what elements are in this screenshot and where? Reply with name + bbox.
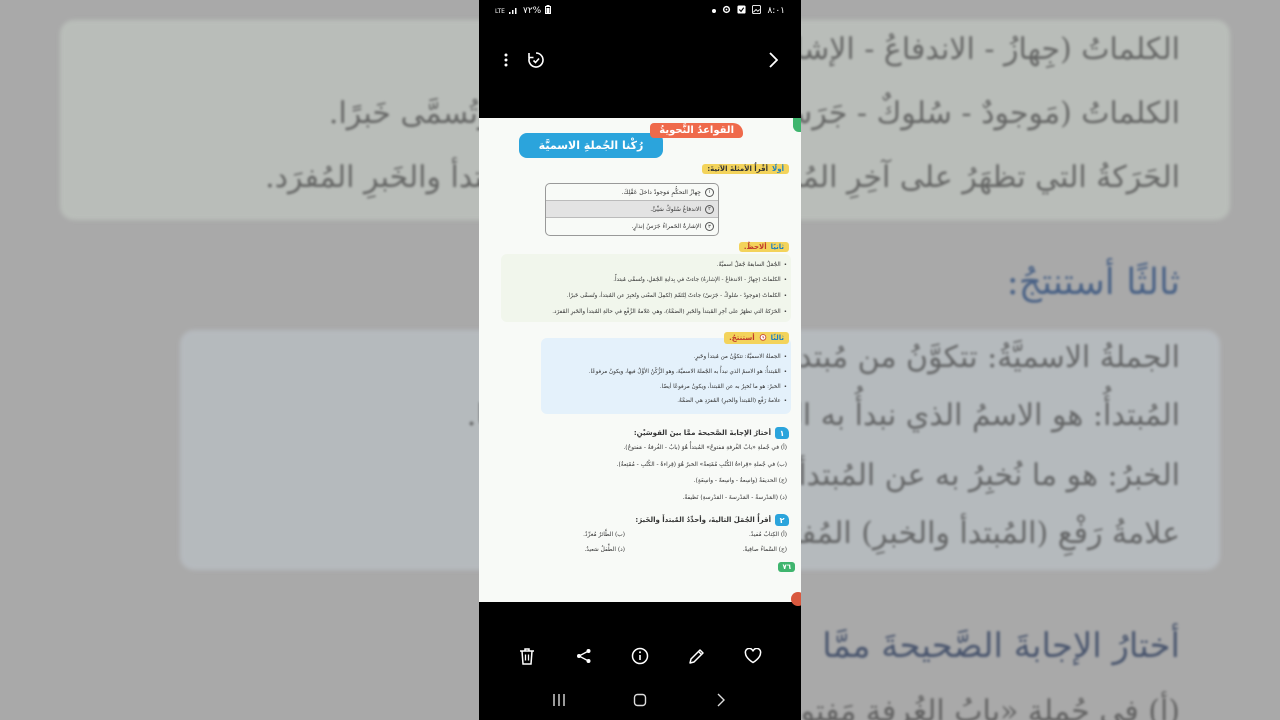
heart-icon[interactable] [741,644,765,668]
back-icon[interactable] [709,688,733,712]
section-label: أستنتجُ. [729,334,755,342]
battery-percent: %٧٢ [522,6,542,16]
question-1-item: (ج) الحديقةُ (واسِعةٌ - واسِعةً - واسِعَ… [693,478,787,484]
example-row: ٢ الاندفاعُ سُلوكٌ سَيِّئٌ. [546,201,718,218]
section-label: ألاحظُ. [743,243,767,251]
examples-table: ١ جِهازُ التحكُّمِ مَوجودٌ داخلَ عَقْلِك… [545,183,719,236]
note-text: الكلماتُ (مَوجودٌ - سُلوكٌ - جَرَسُ) جاء… [566,293,781,299]
question-1-heading: ١ أختارُ الإجابةَ الصَّحيحةَ ممَّا بينَ … [634,427,789,439]
gallery-icon [752,4,762,17]
phone-screen: %٧٢ LTE ٨:٠١ رُكْنا الجُملةِ الاسميَّة ا… [479,0,801,720]
viewer-action-bar [479,636,801,676]
section-conclude: ثالثًا أستنتجُ. [724,332,789,344]
question-title: أقرأُ الجُمَلَ التاليةَ، وأحدِّدُ المُبت… [635,516,771,524]
note-text: الجُمَلُ السابقةُ جُمَلٌ اسميَّةٌ. [716,262,781,268]
viewer-top-bar [479,40,801,80]
note-item: •الحَرَكةُ التي تظهَرُ على آخِرِ المُبتد… [552,309,787,315]
more-vertical-icon[interactable] [494,48,518,72]
example-number: ١ [705,187,714,197]
section-label: أقْرأُ الأمثلةَ الآتيةَ: [707,165,769,173]
background-text-line: علامةُ رَفْعِ (المُبتدأ والخبرِ) المُفرَ… [771,516,1180,551]
conclusion-item: •المُبتدأُ: هو الاسمُ الذي نبدأُ به الجُ… [588,369,787,375]
example-text: الاندفاعُ سُلوكٌ سَيِّئٌ. [650,205,701,213]
system-navigation-bar [479,684,801,716]
trash-icon[interactable] [515,644,539,668]
lesson-badge: القواعدُ النَّحويةُ [650,123,743,138]
question-title: أختارُ الإجابةَ الصَّحيحةَ ممَّا بينَ ال… [633,429,771,437]
clock: ٨:٠١ [767,6,785,16]
conclusion-text: الخبرُ: هو ما نُخبِرُ به عن المُبتدأ، وي… [659,384,781,390]
example-row: ١ جِهازُ التحكُّمِ مَوجودٌ داخلَ عَقْلِك… [546,184,718,201]
conclusion-text: الجملةُ الاسميَّةُ: تتكوَّنُ من مُبتدأ و… [693,354,781,360]
note-item: •الكلماتُ (جِهازُ - الاندفاعُ - الإشارةُ… [613,277,787,283]
example-row: ٣ الإشارةُ الحَمراءُ جَرَسُ إنذارٍ. [546,218,718,235]
rotate-icon[interactable] [524,48,548,72]
chevron-right-icon[interactable] [761,48,785,72]
page-number: ٧٦ [778,562,795,572]
dot-icon [712,9,717,13]
background-text-line: أختارُ الإجابةَ الصَّحيحةَ ممَّا [822,626,1180,666]
document-page: رُكْنا الجُملةِ الاسميَّة القواعدُ النَّ… [479,118,801,602]
section-read-examples: أولًا أقْرأُ الأمثلةَ الآتيةَ: [702,164,789,174]
question-1-item: (أ) في جُملةِ «بابُ الغُرفةِ مَفتوحٌ» ال… [623,445,787,451]
example-number: ٢ [705,204,714,214]
question-2-item: (ب) الطَّائرُ مُغرِّدٌ. [583,532,625,538]
background-text-line: الخبرُ: هو ما نُخبِرُ به عن المُبتدأ، [788,458,1180,493]
page-corner-accent [793,118,801,132]
status-left: %٧٢ LTE [495,5,552,17]
example-text: الإشارةُ الحَمراءُ جَرَسُ إنذارٍ. [631,223,701,230]
note-text: الكلماتُ (جِهازُ - الاندفاعُ - الإشارةُ)… [613,277,781,283]
pencil-icon[interactable] [684,644,708,668]
section-number: ثالثًا [770,334,784,342]
lesson-title: رُكْنا الجُملةِ الاسميَّة [519,133,663,158]
question-2-item: (أ) الكِتابُ مُفيدٌ. [748,532,787,538]
note-item: •الكلماتُ (مَوجودٌ - سُلوكٌ - جَرَسُ) جا… [566,293,787,299]
example-text: جِهازُ التحكُّمِ مَوجودٌ داخلَ عَقْلِكَ. [621,188,701,196]
check-icon [737,5,747,17]
question-number: ١ [775,427,789,439]
signal-icon [508,6,519,17]
question-2-heading: ٢ أقرأُ الجُمَلَ التاليةَ، وأحدِّدُ المُ… [635,514,789,526]
alarm-clock-icon [759,333,767,343]
note-text: الحَرَكةُ التي تظهَرُ على آخِرِ المُبتدأ… [552,309,781,315]
info-icon[interactable] [628,644,652,668]
share-icon[interactable] [572,644,596,668]
note-item: •الجُمَلُ السابقةُ جُمَلٌ اسميَّةٌ. [716,262,787,268]
background-text-line: ثالثًا أستنتجُ: [1006,262,1180,303]
conclusion-item: •علامةُ رَفْعِ (المُبتدأ والخبرِ) المُفر… [677,398,787,404]
floating-indicator [791,592,801,606]
status-bar: %٧٢ LTE ٨:٠١ [479,0,801,22]
gear-icon [722,5,731,17]
conclusion-item: •الخبرُ: هو ما نُخبِرُ به عن المُبتدأ، و… [659,384,787,390]
conclusion-text: المُبتدأُ: هو الاسمُ الذي نبدأُ به الجُم… [588,369,781,375]
recents-icon[interactable] [547,688,571,712]
question-2-item: (ج) السَّماءُ صافِيةٌ. [742,547,787,553]
section-observe: ثانيًا ألاحظُ. [738,242,789,252]
question-1-item: (ب) في جُملةِ «قِراءةُ الكُتُبِ مُمْتِعة… [616,462,787,468]
question-1-item: (د) (المَدْرسةُ - المَدْرسةَ - المَدْرسة… [682,495,787,501]
home-icon[interactable] [628,688,652,712]
question-2-item: (د) الطِّفلُ سَعيدٌ. [584,547,625,553]
network-type: LTE [495,7,505,15]
section-number: أولًا [772,165,784,173]
battery-icon [545,5,552,17]
status-right: ٨:٠١ [712,4,785,17]
conclusion-item: •الجملةُ الاسميَّةُ: تتكوَّنُ من مُبتدأ … [693,354,787,360]
section-number: ثانيًا [770,243,784,251]
example-number: ٣ [705,222,714,231]
conclusion-text: علامةُ رَفْعِ (المُبتدأ والخبرِ) المُفرَ… [677,398,781,404]
question-number: ٢ [775,514,789,526]
